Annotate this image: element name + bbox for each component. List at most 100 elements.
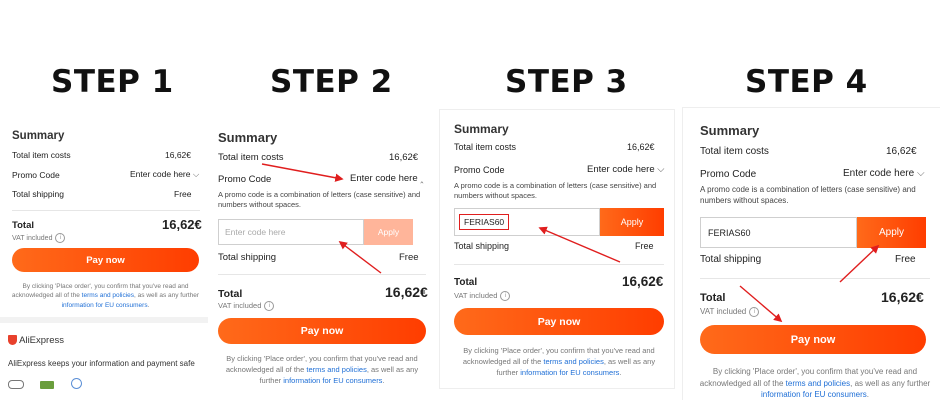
aliexpress-brand: AliExpress [8, 335, 64, 346]
footer-text-3: . [866, 390, 870, 400]
total-label: Total [12, 220, 34, 231]
summary-title: Summary [454, 122, 509, 136]
security-badges [8, 376, 82, 394]
eu-info-link[interactable]: information for EU consumers [62, 302, 148, 309]
promo-hint: A promo code is a combination of letters… [218, 190, 421, 210]
promo-code-input[interactable]: FERIAS60 [454, 208, 600, 236]
eu-info-link[interactable]: information for EU consumers [520, 368, 619, 377]
footer-legal: By clicking 'Place order', you confirm t… [8, 282, 203, 310]
summary-title: Summary [218, 130, 278, 145]
divider [218, 274, 426, 275]
chevron-up-icon: ‸ [420, 173, 424, 184]
vat-label: VAT included [700, 307, 747, 317]
total-value: 16,62€ [385, 284, 428, 300]
apply-button[interactable]: Apply [600, 208, 664, 236]
total-item-costs-label: Total item costs [700, 146, 769, 157]
enter-code-link[interactable]: Enter code here ⌵ [587, 164, 664, 175]
safety-note: AliExpress keeps your information and pa… [8, 359, 195, 368]
seal-badge-icon [70, 378, 82, 389]
step-2-panel: Summary Total item costs 16,62€ Promo Co… [208, 120, 436, 400]
vat-label: VAT included [12, 234, 53, 242]
enter-code-link[interactable]: Enter code here ⌵ [843, 168, 925, 179]
eu-info-link[interactable]: information for EU consumers [761, 390, 867, 399]
total-item-costs-value: 16,62€ [389, 152, 419, 163]
total-label: Total [700, 292, 726, 304]
toggle-badge-icon [8, 380, 24, 389]
enter-code-link[interactable]: Enter code here ⌵ [130, 169, 199, 180]
footer-text-3: . [382, 375, 385, 385]
total-item-costs-value: 16,62€ [627, 142, 655, 152]
promo-code-input[interactable]: FERIAS60 [700, 217, 857, 248]
vat-note: VAT included i [218, 301, 275, 312]
promo-code-label: Promo Code [12, 170, 60, 180]
promo-code-label: Promo Code [454, 165, 505, 175]
divider [0, 317, 208, 323]
total-shipping-value: Free [895, 254, 916, 265]
info-icon: i [500, 291, 511, 302]
promo-code-value: FERIAS60 [708, 227, 751, 238]
terms-link[interactable]: terms and policies [306, 365, 366, 374]
summary-title: Summary [700, 123, 760, 138]
promo-code-value: FERIAS60 [459, 214, 510, 230]
apply-button[interactable]: Apply [364, 219, 413, 245]
total-item-costs-label: Total item costs [218, 152, 284, 163]
promo-hint: A promo code is a combination of letters… [700, 185, 916, 205]
vat-note: VAT included i [12, 233, 66, 243]
enter-code-link[interactable]: Enter code here ‸ [350, 173, 423, 184]
enter-code-text: Enter code here [350, 173, 418, 184]
enter-code-text: Enter code here [587, 164, 655, 175]
terms-link[interactable]: terms and policies [786, 379, 850, 388]
step-1-panel: Summary Total item costs 16,62€ Promo Co… [0, 122, 208, 400]
pay-now-button[interactable]: Pay now [218, 318, 426, 344]
footer-legal: By clicking 'Place order', you confirm t… [697, 366, 933, 400]
chevron-down-icon: ⌵ [657, 164, 665, 175]
enter-code-text: Enter code here [843, 168, 915, 179]
total-shipping-label: Total shipping [454, 241, 510, 251]
pay-now-button[interactable]: Pay now [454, 308, 664, 335]
total-shipping-label: Total shipping [12, 189, 64, 199]
total-shipping-value: Free [399, 252, 419, 263]
eu-info-link[interactable]: information for EU consumers [283, 376, 382, 385]
total-item-costs-label: Total item costs [454, 142, 517, 152]
total-item-costs-value: 16,62€ [886, 146, 917, 157]
chevron-down-icon: ⌵ [916, 168, 925, 179]
total-shipping-value: Free [174, 189, 192, 199]
total-value: 16,62€ [622, 274, 664, 289]
vat-label: VAT included [218, 301, 262, 310]
pay-now-button[interactable]: Pay now [12, 248, 199, 272]
footer-legal: By clicking 'Place order', you confirm t… [452, 346, 666, 379]
footer-text-2: , as well as any further [134, 292, 200, 300]
info-icon: i [264, 301, 275, 312]
total-shipping-label: Total shipping [218, 252, 277, 263]
divider [454, 264, 664, 265]
step-3-panel: Summary Total item costs 16,62€ Promo Co… [440, 110, 674, 388]
enter-code-text: Enter code here [130, 169, 191, 179]
total-item-costs-value: 16,62€ [165, 150, 191, 160]
promo-code-label: Promo Code [218, 174, 272, 185]
pay-now-button[interactable]: Pay now [700, 325, 926, 354]
footer-legal: By clicking 'Place order', you confirm t… [216, 354, 428, 387]
terms-link[interactable]: terms and policies [82, 292, 134, 299]
total-value: 16,62€ [162, 217, 202, 232]
shield-icon [8, 335, 17, 346]
chevron-down-icon: ⌵ [192, 169, 200, 179]
total-label: Total [218, 288, 243, 300]
terms-link[interactable]: terms and policies [543, 357, 603, 366]
promo-hint: A promo code is a combination of letters… [454, 181, 657, 201]
promo-code-input[interactable]: Enter code here [218, 219, 364, 245]
footer-text-3: . [619, 367, 622, 377]
vat-note: VAT included i [700, 307, 760, 317]
summary-title: Summary [12, 130, 65, 142]
input-placeholder: Enter code here [225, 227, 286, 237]
step-4-heading: STEP 4 [745, 64, 868, 100]
total-label: Total [454, 277, 478, 288]
aliexpress-label: AliExpress [19, 335, 64, 346]
total-shipping-label: Total shipping [700, 254, 762, 265]
vat-note: VAT included i [454, 291, 511, 302]
footer-text-2: , as well as any further [850, 378, 931, 388]
promo-code-label: Promo Code [700, 169, 757, 180]
apply-button[interactable]: Apply [857, 217, 926, 248]
total-item-costs-label: Total item costs [12, 150, 71, 160]
step-3-heading: STEP 3 [505, 64, 628, 100]
step-1-heading: STEP 1 [51, 64, 174, 100]
